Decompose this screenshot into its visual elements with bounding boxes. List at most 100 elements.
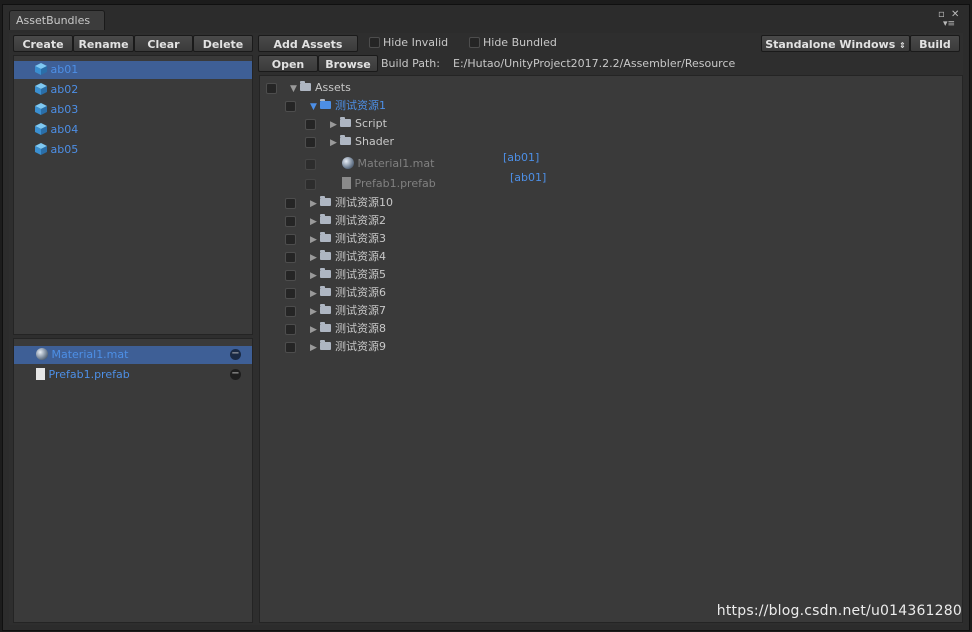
browse-button[interactable]: Browse <box>318 55 378 72</box>
tree-item-material1[interactable]: Material1.mat <box>342 155 434 173</box>
bundle-cube-icon <box>35 103 47 115</box>
tree-item-label: 测试资源10 <box>335 196 393 209</box>
tree-checkbox[interactable] <box>285 306 296 317</box>
bundle-item-label: ab02 <box>50 83 79 96</box>
expand-arrow-icon[interactable]: ▶ <box>310 231 320 249</box>
tree-item-folder-10[interactable]: ▶ 测试资源10 <box>310 194 393 212</box>
bundle-item-ab03[interactable]: ab03 <box>14 101 78 119</box>
expand-arrow-icon[interactable]: ▼ <box>310 98 320 116</box>
add-assets-button[interactable]: Add Assets <box>258 35 358 52</box>
tree-item-label: Script <box>355 117 387 130</box>
platform-dropdown[interactable]: Standalone Windows ⇕ <box>761 35 910 52</box>
expand-arrow-icon[interactable]: ▶ <box>310 321 320 339</box>
tree-checkbox[interactable] <box>305 137 316 148</box>
expand-arrow-icon[interactable]: ▶ <box>330 116 340 134</box>
expand-arrow-icon[interactable]: ▶ <box>310 267 320 285</box>
hide-bundled-checkbox[interactable] <box>469 37 480 48</box>
tree-checkbox[interactable] <box>285 342 296 353</box>
folder-icon <box>320 286 331 296</box>
hide-invalid-toggle[interactable]: Hide Invalid <box>369 36 448 50</box>
bundle-cube-icon <box>35 63 47 75</box>
expand-arrow-icon[interactable]: ▶ <box>330 134 340 152</box>
tree-checkbox[interactable] <box>285 324 296 335</box>
bundle-item-ab01[interactable]: ab01 <box>14 61 252 79</box>
tree-item-folder-7[interactable]: ▶ 测试资源7 <box>310 302 386 320</box>
tree-checkbox[interactable] <box>285 270 296 281</box>
clear-button[interactable]: Clear <box>134 35 193 52</box>
delete-button[interactable]: Delete <box>193 35 253 52</box>
remove-asset-icon[interactable]: − <box>230 349 241 360</box>
tree-item-folder-6[interactable]: ▶ 测试资源6 <box>310 284 386 302</box>
collapse-arrow-icon[interactable]: ▼ <box>290 80 300 98</box>
expand-arrow-icon[interactable]: ▶ <box>310 303 320 321</box>
bundle-cube-icon <box>35 123 47 135</box>
bundle-item-label: ab04 <box>50 123 79 136</box>
tree-item-shader[interactable]: ▶ Shader <box>330 133 394 151</box>
asset-tree-panel: ▼ Assets ▼ 测试资源1 ▶ Script ▶ Shader Material1… <box>259 75 963 623</box>
tree-item-folder-1[interactable]: ▼ 测试资源1 <box>310 97 386 115</box>
tree-checkbox[interactable] <box>285 234 296 245</box>
bundle-item-ab05[interactable]: ab05 <box>14 141 78 159</box>
tree-checkbox[interactable] <box>285 198 296 209</box>
tree-item-label: 测试资源5 <box>335 268 386 281</box>
window-tab[interactable]: AssetBundles <box>9 10 105 30</box>
hide-invalid-label: Hide Invalid <box>383 36 449 49</box>
hide-bundled-toggle[interactable]: Hide Bundled <box>469 36 557 50</box>
tree-item-folder-9[interactable]: ▶ 测试资源9 <box>310 338 386 356</box>
open-button[interactable]: Open <box>258 55 318 72</box>
tree-item-label: 测试资源2 <box>335 214 386 227</box>
window-content: Create Rename Clear Delete Add Assets Hi… <box>9 33 963 625</box>
expand-arrow-icon[interactable]: ▶ <box>310 339 320 357</box>
bundle-list-panel: ab01 ab02 ab03 ab04 ab05 <box>13 55 253 335</box>
build-button[interactable]: Build <box>910 35 960 52</box>
platform-label: Standalone Windows <box>765 38 896 51</box>
bundle-item-ab04[interactable]: ab04 <box>14 121 78 139</box>
bundle-asset-material1[interactable]: Material1.mat − <box>14 346 252 364</box>
bundle-asset-label: Material1.mat <box>51 348 129 361</box>
tree-item-label: 测试资源4 <box>335 250 386 263</box>
hide-bundled-label: Hide Bundled <box>483 36 557 49</box>
tree-item-folder-3[interactable]: ▶ 测试资源3 <box>310 230 386 248</box>
create-button[interactable]: Create <box>13 35 73 52</box>
folder-icon <box>340 117 351 127</box>
tree-item-script[interactable]: ▶ Script <box>330 115 387 133</box>
expand-arrow-icon[interactable]: ▶ <box>310 249 320 267</box>
tree-item-folder-2[interactable]: ▶ 测试资源2 <box>310 212 386 230</box>
remove-asset-icon[interactable]: − <box>230 369 241 380</box>
build-path-field[interactable]: E:/Hutao/UnityProject2017.2.2/Assembler/… <box>449 55 747 72</box>
tree-checkbox[interactable] <box>305 119 316 130</box>
tree-checkbox[interactable] <box>305 159 316 170</box>
folder-icon <box>300 81 311 91</box>
tree-item-label: Assets <box>315 81 351 94</box>
bundle-item-ab02[interactable]: ab02 <box>14 81 78 99</box>
tree-item-folder-4[interactable]: ▶ 测试资源4 <box>310 248 386 266</box>
tree-checkbox[interactable] <box>266 83 277 94</box>
expand-arrow-icon[interactable]: ▶ <box>310 285 320 303</box>
tree-item-label: 测试资源1 <box>335 99 386 112</box>
tree-checkbox[interactable] <box>285 288 296 299</box>
document-icon <box>36 368 45 380</box>
tree-item-assets[interactable]: ▼ Assets <box>290 79 351 97</box>
folder-icon <box>320 322 331 332</box>
bundle-asset-prefab1[interactable]: Prefab1.prefab − <box>14 366 252 384</box>
hide-invalid-checkbox[interactable] <box>369 37 380 48</box>
tree-item-folder-5[interactable]: ▶ 测试资源5 <box>310 266 386 284</box>
tree-checkbox[interactable] <box>285 216 296 227</box>
bundle-item-label: ab01 <box>50 63 79 76</box>
tree-checkbox[interactable] <box>285 101 296 112</box>
expand-arrow-icon[interactable]: ▶ <box>310 195 320 213</box>
tree-item-label: 测试资源6 <box>335 286 386 299</box>
bundle-item-label: ab03 <box>50 103 79 116</box>
build-path-label: Build Path: <box>381 57 440 70</box>
rename-button[interactable]: Rename <box>73 35 134 52</box>
window-menu-icon[interactable]: ▾≡ <box>943 19 955 29</box>
tree-item-prefab1[interactable]: Prefab1.prefab <box>342 175 436 193</box>
expand-arrow-icon[interactable]: ▶ <box>310 213 320 231</box>
folder-icon <box>320 340 331 350</box>
tree-item-folder-8[interactable]: ▶ 测试资源8 <box>310 320 386 338</box>
bundle-item-label: ab05 <box>50 143 79 156</box>
tree-checkbox[interactable] <box>285 252 296 263</box>
bundle-assets-panel: Material1.mat − Prefab1.prefab − <box>13 338 253 623</box>
bundle-cube-icon <box>35 83 47 95</box>
tree-checkbox[interactable] <box>305 179 316 190</box>
